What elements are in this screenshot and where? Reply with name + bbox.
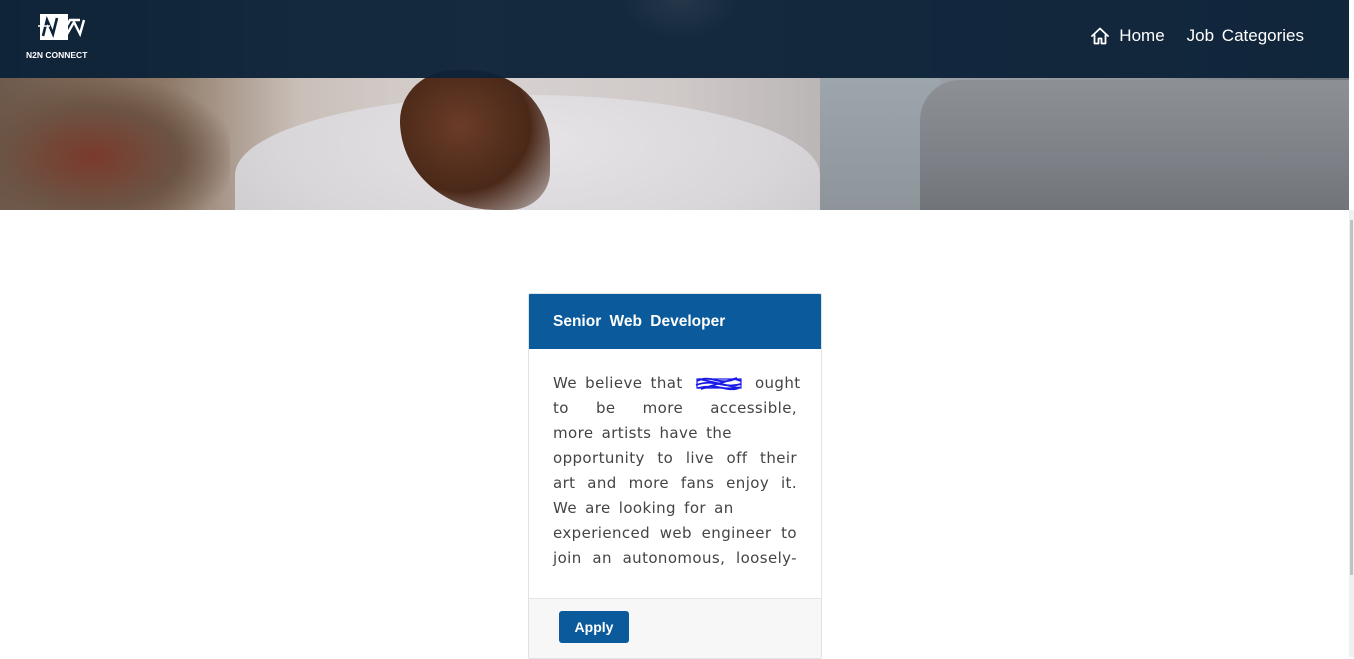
- nav-home-link[interactable]: Home: [1090, 26, 1165, 46]
- n2n-logo-icon: [38, 14, 86, 40]
- nav-job-categories-label: Job Categories: [1186, 26, 1304, 45]
- description-line: art and more fans enjoy it.: [553, 474, 797, 492]
- page-scrollbar[interactable]: [1349, 210, 1354, 657]
- description-line: experienced web engineer to: [553, 524, 797, 542]
- description-line: opportunity to live off their: [553, 449, 797, 467]
- description-line: more artists have the: [553, 424, 732, 442]
- apply-button[interactable]: Apply: [559, 611, 629, 643]
- scrollbar-thumb[interactable]: [1350, 220, 1353, 575]
- description-line: join an autonomous, loosely-: [553, 549, 797, 567]
- nav-home-label: Home: [1119, 26, 1165, 45]
- description-line: to be more accessible,: [553, 399, 797, 417]
- nav-job-categories-link[interactable]: Job Categories: [1187, 26, 1304, 46]
- brand-logo[interactable]: N2N CONNECT: [22, 12, 90, 62]
- logo-text: N2N CONNECT: [26, 50, 88, 60]
- job-description: We believe that ought to be more accessi…: [529, 349, 821, 597]
- description-line: We believe that ought: [553, 374, 801, 392]
- main-nav: Home Job Categories: [1090, 26, 1304, 46]
- job-title: Senior Web Developer: [529, 294, 821, 349]
- redaction-scribble: [695, 377, 742, 391]
- job-card-footer: Apply: [529, 598, 821, 658]
- description-line: We are looking for an: [553, 499, 734, 517]
- top-navbar: N2N CONNECT Home Job Categories: [0, 0, 1349, 78]
- job-card: Senior Web Developer We believe that oug…: [528, 293, 822, 659]
- home-icon: [1091, 27, 1110, 45]
